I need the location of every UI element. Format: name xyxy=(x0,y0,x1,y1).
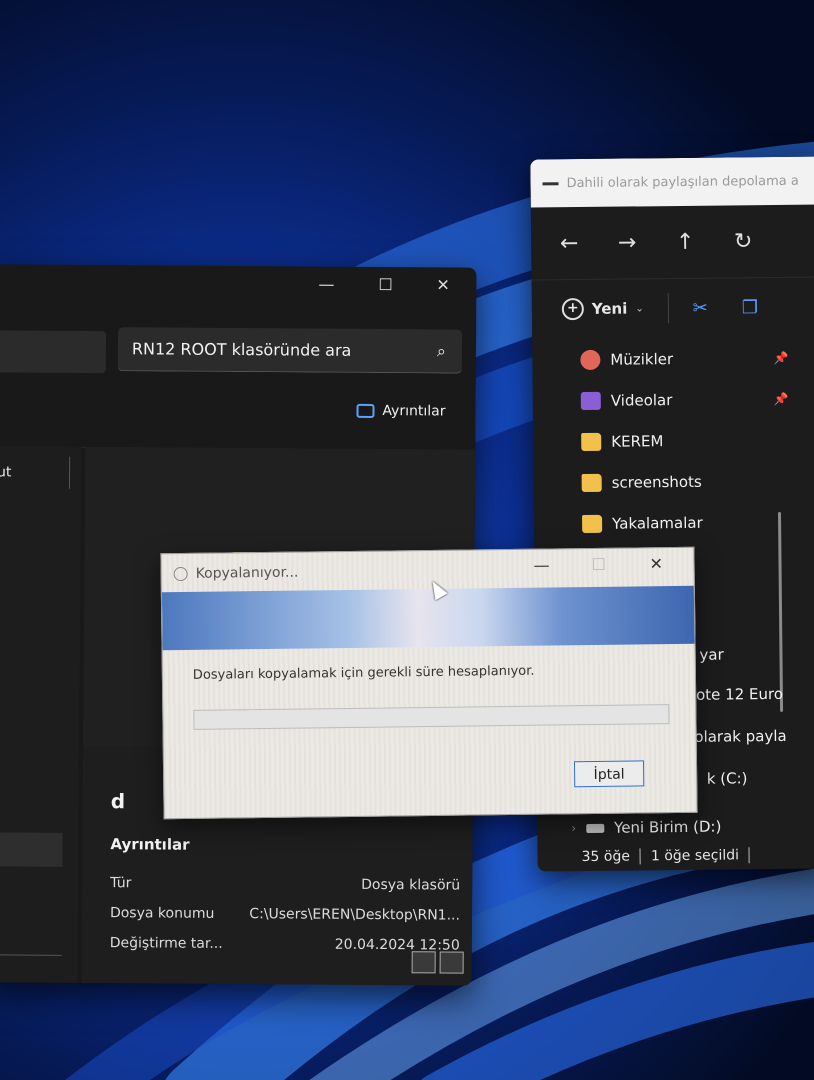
details-key: Tür xyxy=(110,875,132,892)
selected-count: 1 öğe seçildi xyxy=(650,847,740,865)
plus-icon: + xyxy=(561,297,584,321)
new-button[interactable]: + Yeni ⌄ xyxy=(561,297,644,321)
search-input[interactable]: RN12 ROOT klasöründe ara ⌕ xyxy=(117,327,463,374)
details-value: C:\Users\EREN\Desktop\RN1... xyxy=(249,906,461,924)
title-bar[interactable]: — ☐ ✕ xyxy=(0,264,477,307)
sidebar-item-screenshots[interactable]: screenshots xyxy=(553,460,793,504)
sidebar-item-label: KEREM xyxy=(611,431,664,451)
details-pane-button[interactable]: Ayrıntılar xyxy=(356,403,446,420)
minimize-icon[interactable]: — xyxy=(533,556,549,575)
sidebar-item-label: Videolar xyxy=(610,390,673,410)
navigation-selected-item[interactable] xyxy=(0,832,63,867)
window-title: Dahili olarak paylaşılan depolama a xyxy=(566,173,799,191)
folder-icon xyxy=(582,514,603,533)
chevron-down-icon: ⌄ xyxy=(635,302,644,314)
details-row-modified: Değiştirme tar... 20.04.2024 12:50 xyxy=(110,935,460,959)
folder-icon xyxy=(581,432,602,451)
dialog-message: Dosyaları kopyalamak için gerekli süre h… xyxy=(192,663,535,683)
status-divider xyxy=(639,848,642,865)
dialog-title-bar[interactable]: Kopyalanıyor... xyxy=(173,564,299,583)
cancel-button[interactable]: İptal xyxy=(573,760,645,788)
sidebar-item-label: Müzikler xyxy=(610,349,674,369)
details-key: Değiştirme tar... xyxy=(109,935,223,952)
dialog-banner xyxy=(161,585,695,651)
title-bar[interactable]: Dahili olarak paylaşılan depolama a xyxy=(530,156,814,208)
sidebar-item-label: screenshots xyxy=(611,472,702,492)
status-divider xyxy=(748,847,751,864)
folder-icon xyxy=(581,473,602,492)
details-row-type: Tür Dosya klasörü xyxy=(110,875,460,899)
details-row-location: Dosya konumu C:\Users\EREN\Desktop\RN1..… xyxy=(110,905,460,929)
status-bar: 35 öğe 1 öğe seçildi xyxy=(582,847,751,865)
sidebar-item-label: Yakalamalar xyxy=(611,513,703,533)
sidebar-item-partial[interactable]: yar xyxy=(699,646,723,664)
sidebar-item-kerem[interactable]: KEREM xyxy=(553,419,793,463)
command-bar: + Yeni ⌄ ✂ ❐ xyxy=(531,276,814,339)
sidebar-item-videolar[interactable]: Videolar 📌 xyxy=(553,378,793,422)
sidebar-item-muzikler[interactable]: Müzikler 📌 xyxy=(552,337,792,381)
back-arrow-icon[interactable]: ← xyxy=(557,231,581,256)
progress-bar xyxy=(193,704,670,730)
new-button-label: Yeni xyxy=(591,299,628,318)
up-arrow-icon[interactable]: ↑ xyxy=(673,229,697,254)
refresh-icon[interactable]: ↻ xyxy=(731,229,755,254)
scrollbar[interactable] xyxy=(777,511,784,712)
pin-icon[interactable]: 📌 xyxy=(774,391,789,405)
close-icon[interactable]: ✕ xyxy=(436,275,450,294)
details-view-icon[interactable] xyxy=(411,951,436,974)
details-button-label: Ayrıntılar xyxy=(382,403,446,420)
toolbar-divider xyxy=(667,293,669,324)
details-value: Dosya klasörü xyxy=(361,876,461,894)
navigation-bar: ← → ↑ ↻ xyxy=(531,204,814,279)
details-pane-icon xyxy=(356,403,375,418)
music-icon xyxy=(580,349,601,370)
cut-icon[interactable]: ✂ xyxy=(693,297,708,318)
video-icon xyxy=(580,391,601,410)
address-bar[interactable] xyxy=(0,330,107,374)
forward-arrow-icon[interactable]: → xyxy=(615,230,639,255)
window-icon xyxy=(542,181,559,185)
sidebar-item-yakalamalar[interactable]: Yakalamalar xyxy=(554,501,794,545)
details-key: Dosya konumu xyxy=(109,905,215,922)
sidebar-item-partial[interactable]: lote 12 Euro xyxy=(692,685,783,704)
drive-icon xyxy=(586,823,605,833)
chevron-right-icon[interactable]: › xyxy=(571,821,576,835)
minimize-icon[interactable]: — xyxy=(318,275,334,294)
sidebar-item-partial[interactable]: olarak payla xyxy=(694,727,786,746)
tiles-view-icon[interactable] xyxy=(439,951,464,974)
search-icon[interactable]: ⌕ xyxy=(437,341,446,361)
item-count: 35 öğe xyxy=(581,848,631,866)
maximize-icon: ☐ xyxy=(591,554,607,575)
close-icon[interactable]: ✕ xyxy=(649,554,663,573)
pin-icon[interactable]: 📌 xyxy=(773,350,788,364)
maximize-icon[interactable]: ☐ xyxy=(378,275,392,294)
command-bar: Ayrıntılar xyxy=(0,376,476,451)
column-header[interactable]: ut xyxy=(0,464,11,480)
search-placeholder: RN12 ROOT klasöründe ara xyxy=(131,339,352,360)
sidebar-item-drive-d[interactable]: › Yeni Birim (D:) xyxy=(571,818,721,838)
copy-icon[interactable]: ❐ xyxy=(742,297,758,318)
view-toggle xyxy=(411,951,464,974)
sidebar: Müzikler 📌 Videolar 📌 KEREM screenshots … xyxy=(552,337,794,545)
navigation-pane xyxy=(0,446,82,983)
item-name: d xyxy=(110,789,126,814)
dialog-title: Kopyalanıyor... xyxy=(195,564,299,582)
drive-label: Yeni Birim (D:) xyxy=(613,817,722,837)
sidebar-item-partial[interactable]: k (C:) xyxy=(707,769,748,787)
details-heading: Ayrıntılar xyxy=(110,835,190,854)
clock-icon xyxy=(173,566,188,582)
